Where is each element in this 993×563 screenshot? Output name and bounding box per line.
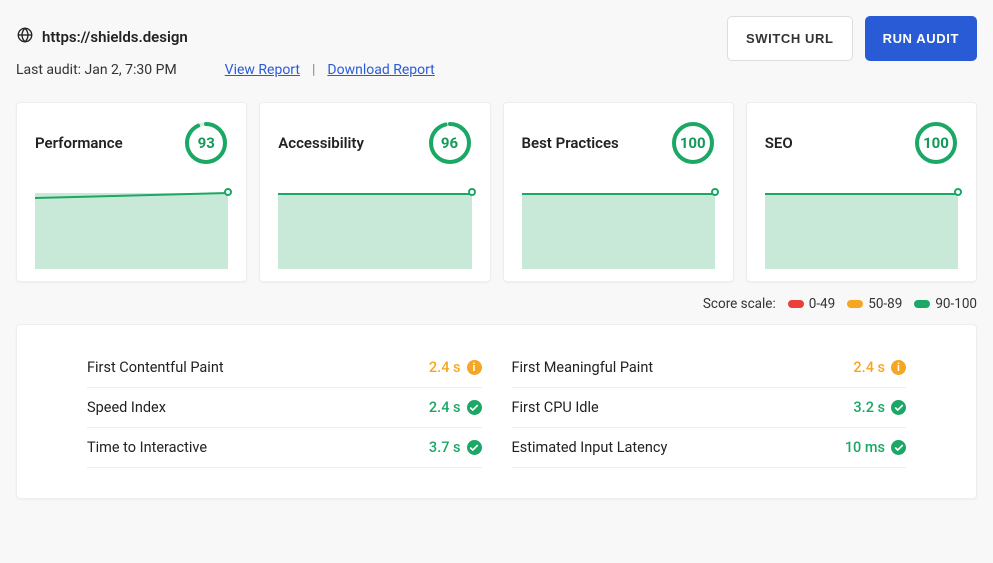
score-gauge: 93 xyxy=(184,121,228,165)
meta-row: Last audit: Jan 2, 7:30 PM View Report |… xyxy=(16,62,435,78)
switch-url-button[interactable]: SWITCH URL xyxy=(727,16,853,61)
card-seo[interactable]: SEO 100 xyxy=(746,102,977,282)
pill-green-icon xyxy=(914,300,930,308)
globe-icon xyxy=(16,26,34,48)
run-audit-button[interactable]: RUN AUDIT xyxy=(865,16,977,61)
score-value: 96 xyxy=(428,121,472,165)
metric-value: 2.4 si xyxy=(853,359,906,376)
separator: | xyxy=(312,62,315,78)
sparkline xyxy=(522,193,715,269)
score-gauge: 100 xyxy=(671,121,715,165)
metrics-column-right: First Meaningful Paint 2.4 si First CPU Id… xyxy=(512,359,907,468)
header-left: https://shields.design Last audit: Jan 2… xyxy=(16,16,435,78)
score-value: 100 xyxy=(914,121,958,165)
card-best-practices[interactable]: Best Practices 100 xyxy=(503,102,734,282)
legend-high: 90-100 xyxy=(914,296,977,312)
status-pass-icon xyxy=(891,400,906,415)
card-title: Best Practices xyxy=(522,134,619,152)
metric-row: Speed Index 2.4 s xyxy=(87,388,482,428)
sparkline xyxy=(278,193,471,269)
legend-label: Score scale: xyxy=(703,296,776,312)
metric-row: Estimated Input Latency 10 ms xyxy=(512,428,907,468)
metric-row: First Contentful Paint 2.4 si xyxy=(87,359,482,388)
metric-label: First Meaningful Paint xyxy=(512,359,654,376)
card-performance[interactable]: Performance 93 xyxy=(16,102,247,282)
score-cards: Performance 93 Accessibility 96 xyxy=(16,102,977,282)
header-right: SWITCH URL RUN AUDIT xyxy=(727,16,977,61)
page-url: https://shields.design xyxy=(42,28,188,46)
score-value: 100 xyxy=(671,121,715,165)
view-report-link[interactable]: View Report xyxy=(225,62,300,78)
score-legend: Score scale: 0-49 50-89 90-100 xyxy=(16,296,977,312)
sparkline xyxy=(765,193,958,269)
status-pass-icon xyxy=(891,440,906,455)
card-title: Performance xyxy=(35,134,123,152)
pill-orange-icon xyxy=(847,300,863,308)
status-pass-icon xyxy=(467,440,482,455)
metric-row: First Meaningful Paint 2.4 si xyxy=(512,359,907,388)
score-gauge: 96 xyxy=(428,121,472,165)
metric-value: 3.7 s xyxy=(429,439,482,456)
metric-row: Time to Interactive 3.7 s xyxy=(87,428,482,468)
pill-red-icon xyxy=(788,300,804,308)
sparkline xyxy=(35,193,228,269)
legend-low: 0-49 xyxy=(788,296,836,312)
card-title: SEO xyxy=(765,134,793,152)
status-pass-icon xyxy=(467,400,482,415)
metric-row: First CPU Idle 3.2 s xyxy=(512,388,907,428)
metrics-column-left: First Contentful Paint2.4 siSpeed Index2… xyxy=(87,359,482,468)
metrics-panel: First Contentful Paint2.4 siSpeed Index2… xyxy=(16,324,977,499)
metric-value: 3.2 s xyxy=(853,399,906,416)
metric-label: Estimated Input Latency xyxy=(512,439,668,456)
card-accessibility[interactable]: Accessibility 96 xyxy=(259,102,490,282)
card-title: Accessibility xyxy=(278,134,364,152)
metric-value: 10 ms xyxy=(845,439,906,456)
score-gauge: 100 xyxy=(914,121,958,165)
metric-label: First CPU Idle xyxy=(512,399,599,416)
url-row: https://shields.design xyxy=(16,16,435,48)
header: https://shields.design Last audit: Jan 2… xyxy=(16,16,977,78)
metric-label: First Contentful Paint xyxy=(87,359,224,376)
metric-value: 2.4 si xyxy=(429,359,482,376)
status-warn-icon: i xyxy=(467,360,482,375)
metric-value: 2.4 s xyxy=(429,399,482,416)
score-value: 93 xyxy=(184,121,228,165)
metric-label: Time to Interactive xyxy=(87,439,207,456)
last-audit-label: Last audit: Jan 2, 7:30 PM xyxy=(16,62,177,78)
status-warn-icon: i xyxy=(891,360,906,375)
download-report-link[interactable]: Download Report xyxy=(327,62,434,78)
legend-mid: 50-89 xyxy=(847,296,902,312)
metric-label: Speed Index xyxy=(87,399,166,416)
